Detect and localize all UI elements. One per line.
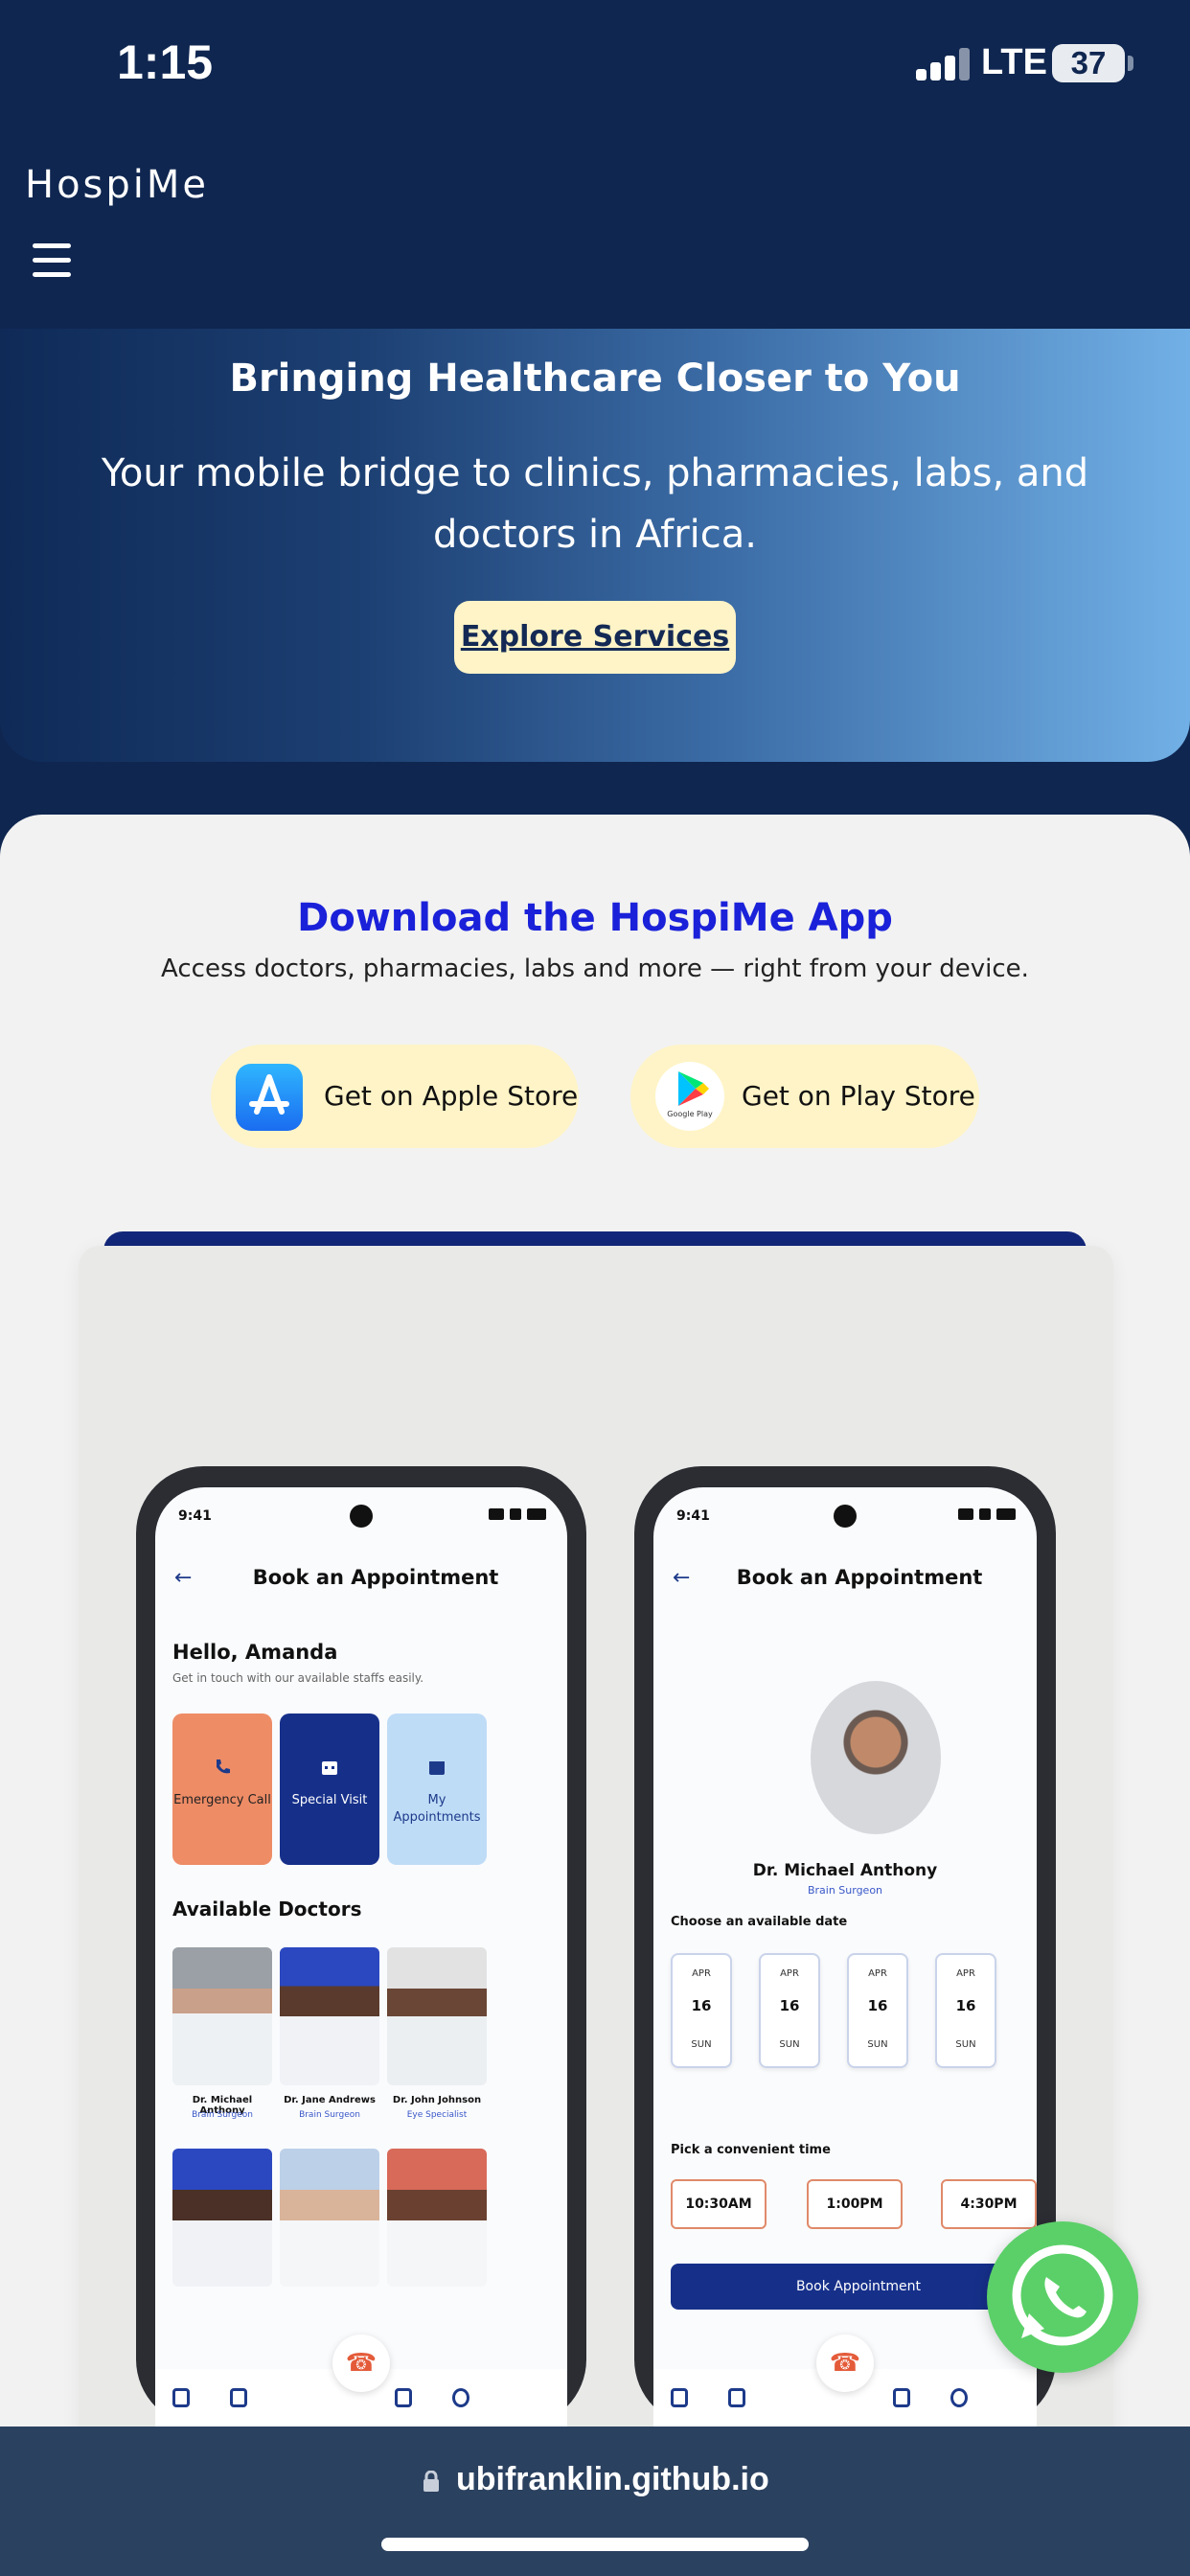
doctor-role: Brain Surgeon xyxy=(192,2110,253,2120)
screen-title: Book an Appointment xyxy=(252,1566,499,1589)
home-icon xyxy=(671,2388,688,2407)
call-fab-icon: ☎ xyxy=(816,2334,874,2392)
phone-time: 9:41 xyxy=(676,1508,710,1524)
time-option: 10:30AM xyxy=(671,2179,767,2229)
google-play-icon: Google Play xyxy=(655,1062,724,1131)
time-section-label: Pick a convenient time xyxy=(671,2143,831,2157)
play-store-label: Get on Play Store xyxy=(742,1080,975,1112)
my-appointments-tile: My Appointments xyxy=(387,1714,487,1865)
section-heading: Available Doctors xyxy=(172,1898,362,1920)
emergency-call-tile: Emergency Call xyxy=(172,1714,272,1865)
greeting: Hello, Amanda xyxy=(172,1641,338,1664)
doctor-name: Dr. John Johnson xyxy=(392,2095,482,2105)
calendar-icon xyxy=(322,1761,337,1775)
status-bar: 1:15 LTE 37 xyxy=(0,0,1190,134)
phone-time: 9:41 xyxy=(178,1508,212,1524)
google-play-badge-text: Google Play xyxy=(667,1110,713,1118)
calendar-icon xyxy=(893,2388,910,2407)
greeting-subtitle: Get in touch with our available staffs e… xyxy=(172,1671,424,1685)
screen-title: Book an Appointment xyxy=(736,1566,983,1589)
tile-label: My Appointments xyxy=(393,1793,481,1825)
brand-logo[interactable]: HospiMe xyxy=(25,163,209,207)
calendar-icon xyxy=(395,2388,412,2407)
home-icon xyxy=(172,2388,190,2407)
lock-icon xyxy=(423,2471,439,2492)
doctor-photo xyxy=(280,1947,379,2085)
doctor-avatar xyxy=(811,1681,941,1834)
doctor-photo xyxy=(280,2149,379,2287)
home-indicator[interactable] xyxy=(381,2538,809,2551)
profile-icon xyxy=(950,2388,968,2407)
explore-services-button[interactable]: Explore Services xyxy=(454,601,736,674)
tile-label: Special Visit xyxy=(291,1793,368,1807)
hero-subtitle: Your mobile bridge to clinics, pharmacie… xyxy=(101,451,1089,557)
apple-store-button[interactable]: Get on Apple Store xyxy=(211,1045,579,1148)
tile-label: Emergency Call xyxy=(173,1793,271,1807)
doctor-photo xyxy=(172,2149,272,2287)
camera-notch xyxy=(350,1505,373,1528)
book-appointment-button: Book Appointment xyxy=(671,2264,1037,2310)
profile-icon xyxy=(452,2388,469,2407)
whatsapp-icon xyxy=(1012,2244,1113,2346)
doctor-photo xyxy=(387,1947,487,2085)
clipboard-icon xyxy=(728,2388,745,2407)
date-option: APR 16 SUN xyxy=(671,1953,732,2068)
date-section-label: Choose an available date xyxy=(671,1915,848,1929)
hero-title: Bringing Healthcare Closer to You xyxy=(229,356,961,401)
doctor-photo xyxy=(172,1947,272,2085)
doctor-role: Eye Specialist xyxy=(406,2110,468,2120)
phone-screen-right: 9:41 ← Book an Appointment Dr. Michael A… xyxy=(653,1487,1037,2426)
calendar-icon xyxy=(429,1761,445,1775)
doctor-role: Brain Surgeon xyxy=(299,2110,360,2120)
hamburger-menu-icon[interactable] xyxy=(33,243,71,278)
doctor-role: Brain Surgeon xyxy=(807,1884,883,1897)
battery-cap xyxy=(1128,56,1133,71)
date-option: APR 16 SUN xyxy=(759,1953,820,2068)
doctor-name: Dr. Michael Anthony xyxy=(752,1861,938,1880)
doctor-photo xyxy=(387,2149,487,2287)
phone-status-icons xyxy=(958,1508,1016,1520)
phone-icon xyxy=(217,1760,230,1774)
play-store-button[interactable]: Google Play Get on Play Store xyxy=(630,1045,979,1148)
signal-icon xyxy=(916,48,970,80)
app-mockup-card: 9:41 ← Book an Appointment Hello, Amanda… xyxy=(79,1246,1113,2492)
whatsapp-chat-button[interactable] xyxy=(987,2221,1138,2373)
download-subtitle: Access doctors, pharmacies, labs and mor… xyxy=(161,954,1029,983)
call-fab-icon: ☎ xyxy=(332,2334,390,2392)
apple-store-label: Get on Apple Store xyxy=(324,1080,579,1112)
network-label: LTE xyxy=(981,42,1047,82)
download-title: Download the HospiMe App xyxy=(297,896,893,940)
app-store-icon xyxy=(236,1064,303,1131)
status-time: 1:15 xyxy=(117,35,214,89)
clipboard-icon xyxy=(230,2388,247,2407)
camera-notch xyxy=(834,1505,857,1528)
browser-address-bar[interactable] xyxy=(0,2426,1190,2576)
phone-screen-left: 9:41 ← Book an Appointment Hello, Amanda… xyxy=(155,1487,567,2426)
doctor-name: Dr. Jane Andrews xyxy=(284,2095,376,2105)
phone-mockup-left: 9:41 ← Book an Appointment Hello, Amanda… xyxy=(136,1466,586,2426)
date-option: APR 16 SUN xyxy=(847,1953,908,2068)
phone-status-icons xyxy=(489,1508,546,1520)
battery-icon: 37 xyxy=(1052,44,1125,82)
url-text[interactable]: ubifranklin.github.io xyxy=(456,2461,769,2498)
special-visit-tile: Special Visit xyxy=(280,1714,379,1865)
date-option: APR 16 SUN xyxy=(935,1953,996,2068)
time-option: 1:00PM xyxy=(807,2179,903,2229)
